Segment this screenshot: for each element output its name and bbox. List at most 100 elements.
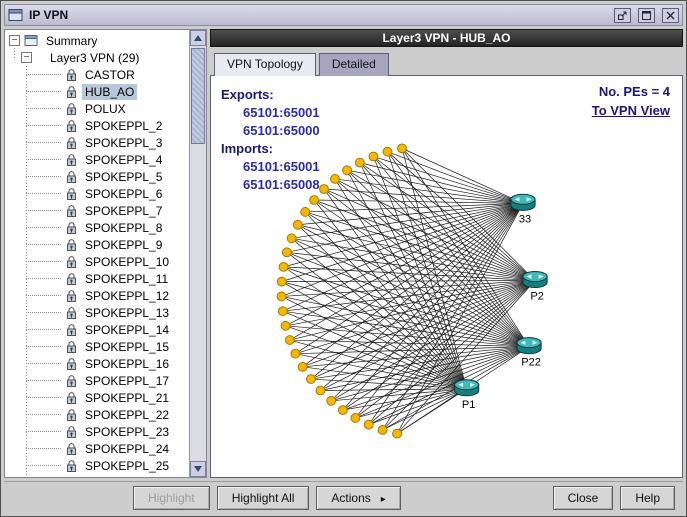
ce-site-dot[interactable] [343, 166, 352, 175]
tree-node-spokeppl_9[interactable]: SPOKEPPL_9 [5, 236, 189, 253]
lock-icon [65, 340, 78, 354]
ce-site-dot[interactable] [383, 147, 392, 156]
vpn-tree[interactable]: −Summary − Layer3 VPN (29)CASTORHUB_AOPOLU… [5, 30, 189, 477]
lock-icon [65, 374, 78, 388]
tree-node-spokeppl_13[interactable]: SPOKEPPL_13 [5, 304, 189, 321]
topology-link [283, 281, 535, 312]
export-route-target: 65101:65000 [243, 123, 320, 138]
ce-site-dot[interactable] [301, 208, 310, 217]
highlight-all-button[interactable]: Highlight All [217, 486, 310, 510]
ce-site-dot[interactable] [331, 175, 340, 184]
scrollbar-thumb[interactable] [191, 48, 205, 144]
tree-node-spokeppl_7[interactable]: SPOKEPPL_7 [5, 202, 189, 219]
actions-button[interactable]: Actions▸ [316, 486, 400, 510]
ce-site-dot[interactable] [316, 386, 325, 395]
ce-site-dot[interactable] [351, 414, 360, 423]
tree-node-hub_ao[interactable]: HUB_AO [5, 83, 189, 100]
scrollbar-track[interactable] [190, 46, 206, 461]
tree-node-spokeppl_12[interactable]: SPOKEPPL_12 [5, 287, 189, 304]
tree-scrollbar[interactable] [189, 30, 206, 477]
tree-node-layer3-vpn[interactable]: − Layer3 VPN (29) [5, 49, 189, 66]
ce-site-dot[interactable] [278, 307, 287, 316]
router-label: P22 [521, 357, 541, 369]
lock-icon [65, 323, 78, 337]
restore-button[interactable] [614, 8, 631, 23]
tree-connector [26, 210, 61, 211]
ce-site-dot[interactable] [355, 158, 364, 167]
scroll-up-button[interactable] [190, 30, 206, 46]
lock-icon [65, 238, 78, 252]
tree-node-spokeppl_17[interactable]: SPOKEPPL_17 [5, 372, 189, 389]
ce-site-dot[interactable] [279, 262, 288, 271]
ce-site-dot[interactable] [277, 292, 286, 301]
tree-node-polux[interactable]: POLUX [5, 100, 189, 117]
ce-site-dot[interactable] [393, 429, 402, 438]
tree-connector [26, 346, 61, 347]
tree-node-spokeppl_5[interactable]: SPOKEPPL_5 [5, 168, 189, 185]
tree-node-spokeppl_21[interactable]: SPOKEPPL_21 [5, 389, 189, 406]
topology-link [402, 148, 529, 346]
tree-connector [26, 74, 61, 75]
highlight-button[interactable]: Highlight [133, 486, 210, 510]
ce-site-dot[interactable] [293, 220, 302, 229]
tree-node-spokeppl_22[interactable]: SPOKEPPL_22 [5, 406, 189, 423]
ce-site-dot[interactable] [327, 396, 336, 405]
tree-toggle-icon[interactable]: − [21, 52, 32, 63]
tree-node-spokeppl_6[interactable]: SPOKEPPL_6 [5, 185, 189, 202]
pe-count-block: No. PEs = 4 To VPN View [592, 84, 670, 118]
tab-detailed[interactable]: Detailed [319, 53, 389, 76]
ce-site-dot[interactable] [277, 277, 286, 286]
tree-node-spokeppl_4[interactable]: SPOKEPPL_4 [5, 151, 189, 168]
ce-site-dot[interactable] [281, 321, 290, 330]
ce-site-dot[interactable] [320, 185, 329, 194]
tree-node-spokeppl_15[interactable]: SPOKEPPL_15 [5, 338, 189, 355]
help-button[interactable]: Help [620, 486, 675, 510]
ce-site-dot[interactable] [378, 425, 387, 434]
lock-icon [65, 272, 78, 286]
ce-site-dot[interactable] [364, 420, 373, 429]
ce-site-dot[interactable] [291, 349, 300, 358]
ce-site-dot[interactable] [369, 152, 378, 161]
tree-node-summary[interactable]: −Summary [5, 32, 189, 49]
ce-site-dot[interactable] [298, 362, 307, 371]
ce-site-dot[interactable] [398, 144, 407, 153]
lock-icon [65, 306, 78, 320]
tree-node-label: SPOKEPPL_4 [82, 152, 165, 168]
tree-connector [26, 159, 61, 160]
tree-node-label: SPOKEPPL_5 [82, 169, 165, 185]
tree-node-castor[interactable]: CASTOR [5, 66, 189, 83]
tab-vpn-topology[interactable]: VPN Topology [214, 53, 316, 76]
router-label: P1 [462, 399, 476, 411]
close-window-button[interactable]: Close [553, 486, 614, 510]
arrow-up-icon [194, 35, 202, 41]
pe-router-node[interactable]: P1 [455, 380, 479, 411]
close-button[interactable] [662, 8, 679, 23]
lock-icon [65, 408, 78, 422]
tree-node-spokeppl_25[interactable]: SPOKEPPL_25 [5, 457, 189, 474]
tree-node-label: SPOKEPPL_10 [82, 254, 172, 270]
tree-node-label: SPOKEPPL_9 [82, 237, 165, 253]
ce-site-dot[interactable] [307, 375, 316, 384]
window-icon [8, 8, 24, 22]
ce-site-dot[interactable] [310, 196, 319, 205]
tree-node-spokeppl_2[interactable]: SPOKEPPL_2 [5, 117, 189, 134]
ce-site-dot[interactable] [287, 234, 296, 243]
maximize-button[interactable] [638, 8, 655, 23]
tree-node-spokeppl_11[interactable]: SPOKEPPL_11 [5, 270, 189, 287]
to-vpn-view-link[interactable]: To VPN View [592, 103, 670, 118]
tree-node-spokeppl_3[interactable]: SPOKEPPL_3 [5, 134, 189, 151]
scroll-down-button[interactable] [190, 461, 206, 477]
tree-node-spokeppl_24[interactable]: SPOKEPPL_24 [5, 440, 189, 457]
tree-node-spokeppl_10[interactable]: SPOKEPPL_10 [5, 253, 189, 270]
tree-node-spokeppl_14[interactable]: SPOKEPPL_14 [5, 321, 189, 338]
tree-node-label: Layer3 VPN (29) [47, 50, 142, 66]
tree-connector [26, 363, 61, 364]
tree-node-spokeppl_8[interactable]: SPOKEPPL_8 [5, 219, 189, 236]
ce-site-dot[interactable] [285, 336, 294, 345]
tree-node-spokeppl_23[interactable]: SPOKEPPL_23 [5, 423, 189, 440]
pe-router-node[interactable]: P22 [517, 338, 541, 369]
summary-icon [24, 34, 39, 47]
tree-node-spokeppl_16[interactable]: SPOKEPPL_16 [5, 355, 189, 372]
ce-site-dot[interactable] [282, 248, 291, 257]
ce-site-dot[interactable] [338, 406, 347, 415]
